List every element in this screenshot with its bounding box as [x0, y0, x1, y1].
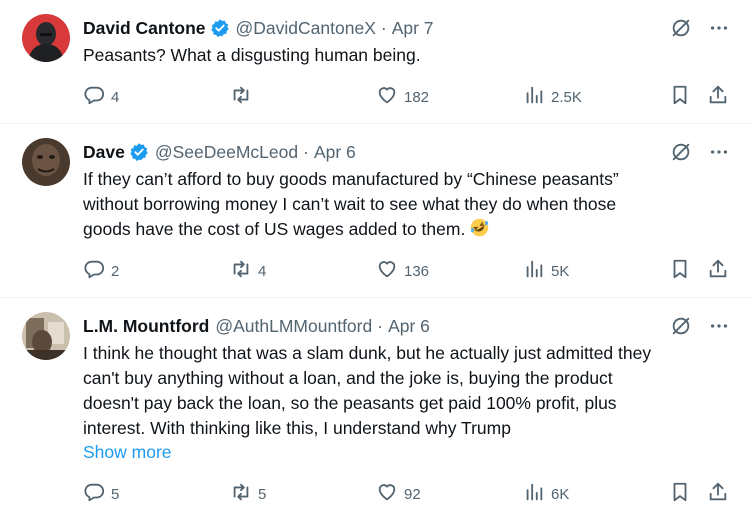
- handle[interactable]: @AuthLMMountford: [215, 316, 372, 337]
- grok-icon[interactable]: [670, 17, 692, 39]
- grok-icon[interactable]: [670, 141, 692, 163]
- tweet-header: Dave @SeeDeeMcLeod · Apr 6: [83, 140, 356, 164]
- share-icon: [707, 84, 729, 110]
- more-icon[interactable]: [708, 315, 730, 337]
- display-name[interactable]: David Cantone: [83, 18, 206, 39]
- reply-icon: [83, 481, 105, 507]
- separator: ·: [377, 315, 384, 336]
- handle[interactable]: @SeeDeeMcLeod: [155, 142, 298, 163]
- avatar[interactable]: [22, 138, 70, 186]
- tweet-text-line: doesn't pay back the loan, so the peasan…: [83, 393, 617, 413]
- views-count: 5K: [551, 262, 570, 280]
- retweet-count: 4: [258, 262, 267, 280]
- timestamp[interactable]: Apr 7: [392, 18, 434, 39]
- tweet-text-line: can't buy anything without a loan, and t…: [83, 368, 613, 388]
- tweet-text-line: without borrowing money I can’t wait to …: [83, 194, 617, 214]
- reply-button[interactable]: 5: [83, 481, 119, 507]
- tweet-text: If they can’t afford to buy goods manufa…: [83, 167, 733, 242]
- share-icon: [707, 258, 729, 284]
- views-icon: [523, 258, 545, 284]
- retweet-button[interactable]: [230, 84, 258, 110]
- avatar[interactable]: [22, 14, 70, 62]
- retweet-button[interactable]: 4: [230, 258, 266, 284]
- tweet-3[interactable]: L.M. Mountford @AuthLMMountford · Apr 6 …: [0, 298, 752, 517]
- more-icon[interactable]: [708, 17, 730, 39]
- grok-icon[interactable]: [670, 315, 692, 337]
- views-button[interactable]: 5K: [523, 258, 569, 284]
- retweet-button[interactable]: 5: [230, 481, 266, 507]
- retweet-icon: [230, 84, 252, 110]
- timestamp[interactable]: Apr 6: [314, 142, 356, 163]
- like-button[interactable]: 182: [376, 84, 429, 110]
- views-button[interactable]: 2.5K: [523, 84, 582, 110]
- tweet-top-actions: [670, 141, 730, 163]
- views-count: 6K: [551, 485, 570, 503]
- retweet-icon: [230, 258, 252, 284]
- reply-feed: David Cantone @DavidCantoneX · Apr 7 Pea…: [0, 0, 752, 517]
- share-button[interactable]: [707, 481, 729, 507]
- tweet-actions: 2 4 136 5K: [83, 258, 733, 284]
- tweet-text-line: I think he thought that was a slam dunk,…: [83, 343, 652, 363]
- retweet-count: 5: [258, 485, 267, 503]
- tweet-top-actions: [670, 315, 730, 337]
- like-count: 92: [404, 485, 421, 503]
- rofl-emoji: [469, 217, 490, 238]
- reply-button[interactable]: 4: [83, 84, 119, 110]
- like-button[interactable]: 92: [376, 481, 421, 507]
- display-name[interactable]: Dave: [83, 142, 125, 163]
- bookmark-button[interactable]: [669, 258, 691, 284]
- more-icon[interactable]: [708, 141, 730, 163]
- tweet-actions: 5 5 92 6K: [83, 481, 733, 507]
- tweet-actions: 4 182 2.5K: [83, 84, 733, 110]
- reply-count: 4: [111, 88, 120, 106]
- separator: ·: [303, 141, 309, 162]
- like-count: 182: [404, 88, 430, 106]
- reply-icon: [83, 84, 105, 110]
- views-icon: [523, 481, 545, 507]
- like-button[interactable]: 136: [376, 258, 429, 284]
- show-more-link[interactable]: Show more: [83, 442, 172, 463]
- tweet-1[interactable]: David Cantone @DavidCantoneX · Apr 7 Pea…: [0, 0, 752, 124]
- reply-button[interactable]: 2: [83, 258, 119, 284]
- avatar[interactable]: [22, 312, 70, 360]
- tweet-text-line: goods have the cost of US wages added to…: [83, 219, 466, 239]
- bookmark-icon: [669, 258, 691, 284]
- like-count: 136: [404, 262, 430, 280]
- share-icon: [707, 481, 729, 507]
- tweet-header: L.M. Mountford @AuthLMMountford · Apr 6: [83, 314, 430, 338]
- bookmark-icon: [669, 481, 691, 507]
- like-icon: [376, 481, 398, 507]
- reply-icon: [83, 258, 105, 284]
- views-button[interactable]: 6K: [523, 481, 569, 507]
- display-name[interactable]: L.M. Mountford: [83, 316, 209, 337]
- tweet-text-line: interest. With thinking like this, I und…: [83, 418, 511, 438]
- tweet-text-line: Peasants? What a disgusting human being.: [83, 45, 421, 65]
- handle[interactable]: @DavidCantoneX: [236, 18, 376, 39]
- verified-badge-icon: [210, 18, 230, 38]
- views-count: 2.5K: [551, 88, 582, 106]
- reply-count: 5: [111, 485, 120, 503]
- like-icon: [376, 258, 398, 284]
- like-icon: [376, 84, 398, 110]
- retweet-icon: [230, 481, 252, 507]
- share-button[interactable]: [707, 84, 729, 110]
- reply-count: 2: [111, 262, 120, 280]
- separator: ·: [380, 17, 387, 38]
- tweet-2[interactable]: Dave @SeeDeeMcLeod · Apr 6 If they can’t…: [0, 124, 752, 298]
- tweet-text: Peasants? What a disgusting human being.: [83, 43, 733, 68]
- verified-badge-icon: [129, 142, 149, 162]
- tweet-text-line: If they can’t afford to buy goods manufa…: [83, 169, 619, 189]
- timestamp[interactable]: Apr 6: [388, 316, 430, 337]
- bookmark-icon: [669, 84, 691, 110]
- views-icon: [523, 84, 545, 110]
- share-button[interactable]: [707, 258, 729, 284]
- tweet-top-actions: [670, 17, 730, 39]
- tweet-header: David Cantone @DavidCantoneX · Apr 7: [83, 16, 434, 40]
- tweet-text: I think he thought that was a slam dunk,…: [83, 341, 733, 441]
- bookmark-button[interactable]: [669, 481, 691, 507]
- bookmark-button[interactable]: [669, 84, 691, 110]
